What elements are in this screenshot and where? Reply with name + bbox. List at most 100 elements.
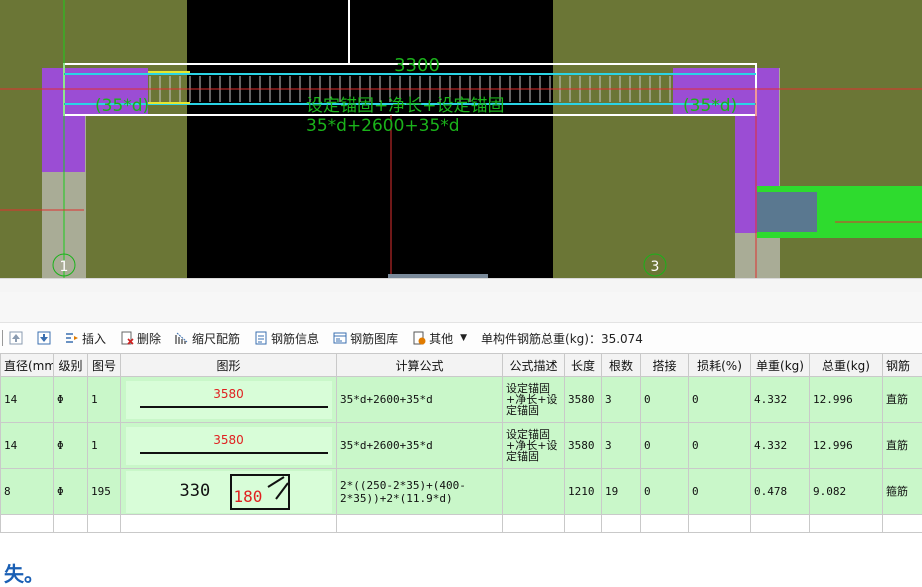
beam-dimension-label: 3300: [394, 55, 440, 76]
cell-grade[interactable]: Φ: [54, 469, 88, 515]
cell-unit-weight[interactable]: 4.332: [751, 377, 810, 423]
cell-lap[interactable]: 0: [641, 377, 689, 423]
cell-formula[interactable]: 2*((250-2*35)+(400-2*35))+2*(11.9*d): [337, 469, 503, 515]
cell-rebar-type[interactable]: 箍筋: [883, 469, 922, 515]
rebar-library-label: 钢筋图库: [350, 330, 398, 347]
rebar-toolbar: 插入 删除 缩尺配筋 钢筋信息 钢筋图库 其他 ▼ 单构件钢筋总重(kg)：35…: [0, 323, 922, 353]
cell-shape[interactable]: 3580: [121, 423, 337, 469]
cell-diameter[interactable]: 14: [1, 377, 54, 423]
cell-length[interactable]: 1210: [565, 469, 602, 515]
table-row[interactable]: 14 Φ 1 3580 35*d+2600+35*d 设定锚固+净长+设定锚固 …: [1, 423, 922, 469]
cell-grade[interactable]: Φ: [54, 377, 88, 423]
delete-icon: [120, 331, 134, 345]
col-header[interactable]: 总重(kg): [810, 354, 883, 377]
cell-count[interactable]: 3: [602, 423, 641, 469]
shape-length-label: 3580: [126, 387, 332, 401]
cell-description[interactable]: 设定锚固+净长+设定锚固: [503, 377, 565, 423]
insert-icon: [65, 331, 79, 345]
cad-canvas[interactable]: 3300 (35*d) (35*d) 设定锚固+净长+设定锚固 35*d+260…: [0, 0, 922, 278]
cell-count[interactable]: 3: [602, 377, 641, 423]
shape-length-label: 3580: [126, 433, 332, 447]
col-header[interactable]: 图号: [88, 354, 121, 377]
cell-total-weight[interactable]: 12.996: [810, 423, 883, 469]
cell-unit-weight[interactable]: 4.332: [751, 423, 810, 469]
panel-header: [0, 292, 922, 323]
formula-label: 35*d+2600+35*d: [306, 116, 460, 136]
shape-straight-bar: [140, 406, 328, 408]
col-header[interactable]: 级别: [54, 354, 88, 377]
col-header[interactable]: 图形: [121, 354, 337, 377]
scale-rebar-label: 缩尺配筋: [192, 330, 240, 347]
insert-label: 插入: [82, 330, 106, 347]
move-down-button[interactable]: [37, 331, 51, 345]
anchor-label-right: (35*d): [683, 96, 737, 116]
col-header[interactable]: 直径(mm): [1, 354, 54, 377]
cell-unit-weight[interactable]: 0.478: [751, 469, 810, 515]
opening-area: [187, 0, 553, 278]
other-icon: [412, 331, 426, 345]
cell-formula[interactable]: 35*d+2600+35*d: [337, 377, 503, 423]
stirrup-width-label: 330: [180, 481, 211, 501]
cell-fig-no[interactable]: 1: [88, 377, 121, 423]
table-row-empty[interactable]: [1, 515, 922, 533]
col-header[interactable]: 损耗(%): [689, 354, 751, 377]
col-header[interactable]: 长度: [565, 354, 602, 377]
col-header[interactable]: 公式描述: [503, 354, 565, 377]
cad-drawing-area[interactable]: 3300 (35*d) (35*d) 设定锚固+净长+设定锚固 35*d+260…: [0, 0, 922, 278]
stirrup-hook-icon: [266, 475, 290, 503]
chevron-down-icon: ▼: [460, 333, 467, 343]
cell-loss[interactable]: 0: [689, 469, 751, 515]
total-weight-text: 单构件钢筋总重(kg)：35.074: [481, 330, 643, 347]
delete-button[interactable]: 删除: [120, 330, 161, 347]
cell-lap[interactable]: 0: [641, 469, 689, 515]
scale-rebar-button[interactable]: 缩尺配筋: [175, 330, 240, 347]
col-header[interactable]: 根数: [602, 354, 641, 377]
cell-shape[interactable]: 330 180: [121, 469, 337, 515]
col-header[interactable]: 计算公式: [337, 354, 503, 377]
anchor-label-left: (35*d): [95, 96, 149, 116]
toolbar-divider: [2, 330, 3, 346]
cell-fig-no[interactable]: 195: [88, 469, 121, 515]
cell-grade[interactable]: Φ: [54, 423, 88, 469]
cell-loss[interactable]: 0: [689, 377, 751, 423]
adjacent-beam-joint: [757, 192, 817, 232]
cell-diameter[interactable]: 14: [1, 423, 54, 469]
move-up-button[interactable]: [9, 331, 23, 345]
col-header[interactable]: 钢筋: [883, 354, 922, 377]
formula-description-label: 设定锚固+净长+设定锚固: [306, 96, 505, 116]
cell-diameter[interactable]: 8: [1, 469, 54, 515]
insert-button[interactable]: 插入: [65, 330, 106, 347]
axis-number-left: 1: [60, 259, 69, 275]
table-row[interactable]: 8 Φ 195 330 180 2*((250-2*35)+(400-2*35)…: [1, 469, 922, 515]
shape-preview: 3580: [126, 381, 332, 419]
cell-lap[interactable]: 0: [641, 423, 689, 469]
library-icon: [333, 331, 347, 345]
cell-total-weight[interactable]: 9.082: [810, 469, 883, 515]
cell-total-weight[interactable]: 12.996: [810, 377, 883, 423]
cell-description[interactable]: 设定锚固+净长+设定锚固: [503, 423, 565, 469]
cell-count[interactable]: 19: [602, 469, 641, 515]
rebar-library-button[interactable]: 钢筋图库: [333, 330, 398, 347]
cell-length[interactable]: 3580: [565, 377, 602, 423]
document-icon: [254, 331, 268, 345]
table-row[interactable]: 14 Φ 1 3580 35*d+2600+35*d 设定锚固+净长+设定锚固 …: [1, 377, 922, 423]
cell-fig-no[interactable]: 1: [88, 423, 121, 469]
rebar-info-button[interactable]: 钢筋信息: [254, 330, 319, 347]
cell-loss[interactable]: 0: [689, 423, 751, 469]
shape-preview: 330 180: [126, 471, 332, 513]
col-header[interactable]: 搭接: [641, 354, 689, 377]
rebar-info-label: 钢筋信息: [271, 330, 319, 347]
other-dropdown[interactable]: 其他 ▼: [412, 330, 467, 347]
rebar-table: 直径(mm) 级别 图号 图形 计算公式 公式描述 长度 根数 搭接 损耗(%)…: [0, 353, 922, 533]
arrow-up-icon: [9, 331, 23, 345]
axis-number-right: 3: [651, 259, 660, 275]
cell-rebar-type[interactable]: 直筋: [883, 423, 922, 469]
cell-rebar-type[interactable]: 直筋: [883, 377, 922, 423]
cell-shape[interactable]: 3580: [121, 377, 337, 423]
col-header[interactable]: 单重(kg): [751, 354, 810, 377]
delete-label: 删除: [137, 330, 161, 347]
cell-formula[interactable]: 35*d+2600+35*d: [337, 423, 503, 469]
cell-length[interactable]: 3580: [565, 423, 602, 469]
cell-description[interactable]: [503, 469, 565, 515]
scale-rebar-icon: [175, 331, 189, 345]
